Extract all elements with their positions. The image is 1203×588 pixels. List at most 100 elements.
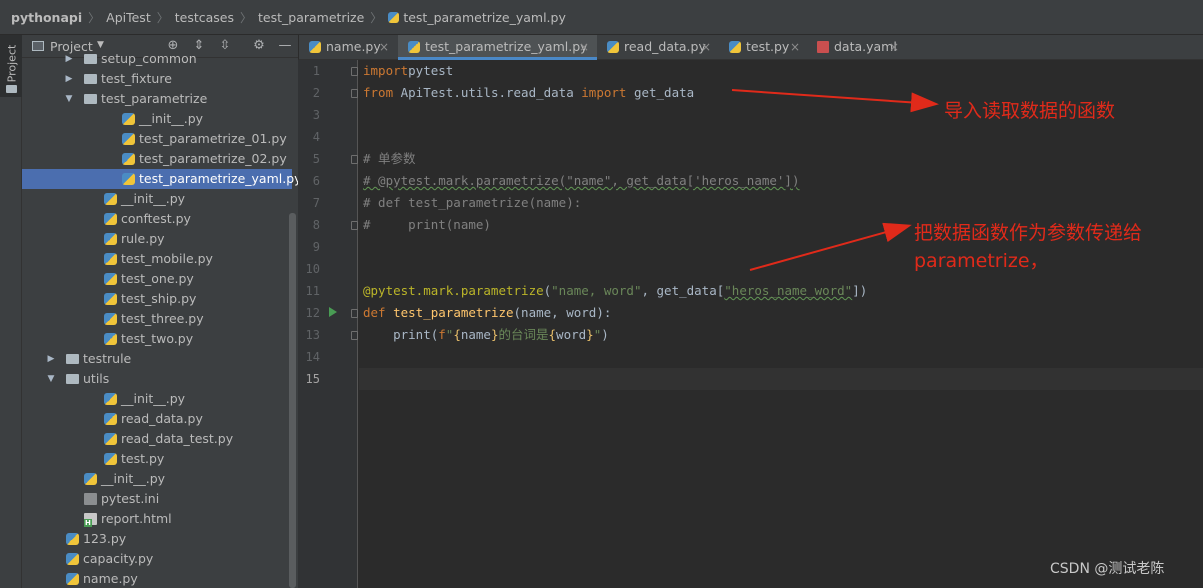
editor-tab[interactable]: name.py × bbox=[299, 35, 398, 60]
tree-file[interactable]: test_ship.py bbox=[22, 289, 292, 309]
close-tab-icon[interactable]: × bbox=[579, 35, 589, 59]
ini-file-icon bbox=[84, 493, 97, 505]
close-tab-icon[interactable]: × bbox=[379, 35, 389, 59]
tree-file[interactable]: test.py bbox=[22, 449, 292, 469]
line-number[interactable]: 7 bbox=[298, 192, 320, 214]
line-number[interactable]: 5 bbox=[298, 148, 320, 170]
tree-file[interactable]: test_parametrize_02.py bbox=[22, 149, 292, 169]
annotation-import-note: 导入读取数据的函数 bbox=[944, 100, 1116, 122]
tree-file[interactable]: __init__.py bbox=[22, 189, 292, 209]
line-number[interactable]: 1 bbox=[298, 60, 320, 82]
tree-file[interactable]: __init__.py bbox=[22, 389, 292, 409]
tree-file[interactable]: test_two.py bbox=[22, 329, 292, 349]
fold-marker-icon[interactable] bbox=[351, 155, 358, 164]
close-tab-icon[interactable]: × bbox=[790, 35, 800, 59]
chevron-right-icon[interactable]: ▶ bbox=[64, 49, 74, 69]
editor-tab[interactable]: read_data.py × bbox=[597, 35, 719, 60]
editor-tab[interactable]: test_parametrize_yaml.py × bbox=[398, 35, 597, 60]
code-token: def bbox=[363, 305, 386, 320]
tree-file[interactable]: capacity.py bbox=[22, 549, 292, 569]
code-token: @pytest.mark.parametrize bbox=[363, 283, 544, 298]
tree-file[interactable]: __init__.py bbox=[22, 469, 292, 489]
code-token: pytest bbox=[408, 63, 454, 78]
code-token: f bbox=[438, 327, 446, 342]
editor-tab-label: test_parametrize_yaml.py bbox=[425, 39, 588, 54]
line-number[interactable]: 3 bbox=[298, 104, 320, 126]
folder-icon bbox=[84, 74, 97, 84]
chevron-down-icon[interactable]: ▼ bbox=[64, 89, 74, 109]
line-number[interactable]: 14 bbox=[298, 346, 320, 368]
close-tab-icon[interactable]: × bbox=[889, 35, 899, 59]
breadcrumb-item[interactable]: pythonapi bbox=[11, 10, 82, 25]
python-file-icon bbox=[104, 293, 117, 305]
tree-file[interactable]: 123.py bbox=[22, 529, 292, 549]
chevron-right-icon[interactable]: ▶ bbox=[46, 349, 56, 369]
breadcrumb-item[interactable]: testcases bbox=[175, 10, 234, 25]
close-tab-icon[interactable]: × bbox=[701, 35, 711, 59]
editor-tab[interactable]: test.py × bbox=[719, 35, 807, 60]
line-number[interactable]: 13 bbox=[298, 324, 320, 346]
tree-file[interactable]: read_data.py bbox=[22, 409, 292, 429]
tree-folder[interactable]: ▶ setup_common bbox=[22, 49, 292, 69]
code-token: import bbox=[363, 63, 409, 78]
breadcrumb-item[interactable]: ApiTest bbox=[106, 10, 151, 25]
line-number[interactable]: 9 bbox=[298, 236, 320, 258]
breadcrumb-item[interactable]: test_parametrize bbox=[258, 10, 364, 25]
code-token: "name, word" bbox=[551, 283, 642, 298]
line-number[interactable]: 8 bbox=[298, 214, 320, 236]
line-number[interactable]: 11 bbox=[298, 280, 320, 302]
tree-file[interactable]: test_three.py bbox=[22, 309, 292, 329]
tree-folder[interactable]: ▼ test_parametrize bbox=[22, 89, 292, 109]
folder-icon bbox=[66, 354, 79, 364]
tree-folder[interactable]: ▶ test_fixture bbox=[22, 69, 292, 89]
tree-file[interactable]: test_mobile.py bbox=[22, 249, 292, 269]
chevron-down-icon[interactable]: ▼ bbox=[46, 369, 56, 389]
python-file-icon bbox=[104, 253, 117, 265]
code-token: print( bbox=[363, 327, 439, 342]
code-token: word bbox=[556, 327, 587, 342]
tree-folder[interactable]: ▶ testrule bbox=[22, 349, 292, 369]
tree-file[interactable]: test_parametrize_01.py bbox=[22, 129, 292, 149]
tree-file[interactable]: conftest.py bbox=[22, 209, 292, 229]
tree-file[interactable]: __init__.py bbox=[22, 109, 292, 129]
fold-marker-icon[interactable] bbox=[351, 89, 358, 98]
fold-marker-icon[interactable] bbox=[351, 67, 358, 76]
run-test-icon[interactable] bbox=[329, 307, 337, 317]
tree-file[interactable]: test_parametrize_yaml.py bbox=[22, 169, 298, 189]
tree-file[interactable]: read_data_test.py bbox=[22, 429, 292, 449]
tree-file[interactable]: test_one.py bbox=[22, 269, 292, 289]
watermark: CSDN @测试老陈 bbox=[1050, 561, 1165, 577]
tree-scrollbar[interactable] bbox=[289, 213, 296, 588]
line-number[interactable]: 15 bbox=[298, 368, 320, 390]
line-number[interactable]: 10 bbox=[298, 258, 320, 280]
fold-marker-icon[interactable] bbox=[351, 309, 358, 318]
tree-file[interactable]: rule.py bbox=[22, 229, 292, 249]
code-editor[interactable]: importpytest from ApiTest.utils.read_data… bbox=[359, 60, 1203, 588]
tree-file[interactable]: pytest.ini bbox=[22, 489, 292, 509]
line-number[interactable]: 12 bbox=[298, 302, 320, 324]
breadcrumb-item[interactable]: test_parametrize_yaml.py bbox=[403, 10, 566, 25]
tree-file[interactable]: report.html bbox=[22, 509, 292, 529]
code-token: "heros_name_word" bbox=[724, 283, 853, 298]
tree-item-label: __init__.py bbox=[101, 471, 166, 486]
tree-file[interactable]: name.py bbox=[22, 569, 292, 588]
folder-icon bbox=[84, 94, 97, 104]
line-number[interactable]: 2 bbox=[298, 82, 320, 104]
editor-tab[interactable]: data.yaml × bbox=[807, 35, 907, 60]
chevron-right-icon[interactable]: ▶ bbox=[64, 69, 74, 89]
fold-marker-icon[interactable] bbox=[351, 331, 358, 340]
code-token: ]) bbox=[852, 283, 868, 298]
code-token: 的台词是 bbox=[498, 327, 549, 342]
line-number[interactable]: 6 bbox=[298, 170, 320, 192]
code-token: } bbox=[586, 327, 594, 342]
line-number[interactable]: 4 bbox=[298, 126, 320, 148]
tree-item-label: test_parametrize_yaml.py bbox=[139, 171, 298, 186]
python-file-icon bbox=[104, 333, 117, 345]
tree-folder[interactable]: ▼ utils bbox=[22, 369, 292, 389]
project-tool-tab[interactable]: Project bbox=[0, 35, 22, 97]
fold-marker-icon[interactable] bbox=[351, 221, 358, 230]
python-file-icon bbox=[122, 133, 135, 145]
code-line: # print(name) bbox=[363, 214, 491, 236]
python-file-icon bbox=[66, 533, 79, 545]
python-file-icon bbox=[66, 553, 79, 565]
